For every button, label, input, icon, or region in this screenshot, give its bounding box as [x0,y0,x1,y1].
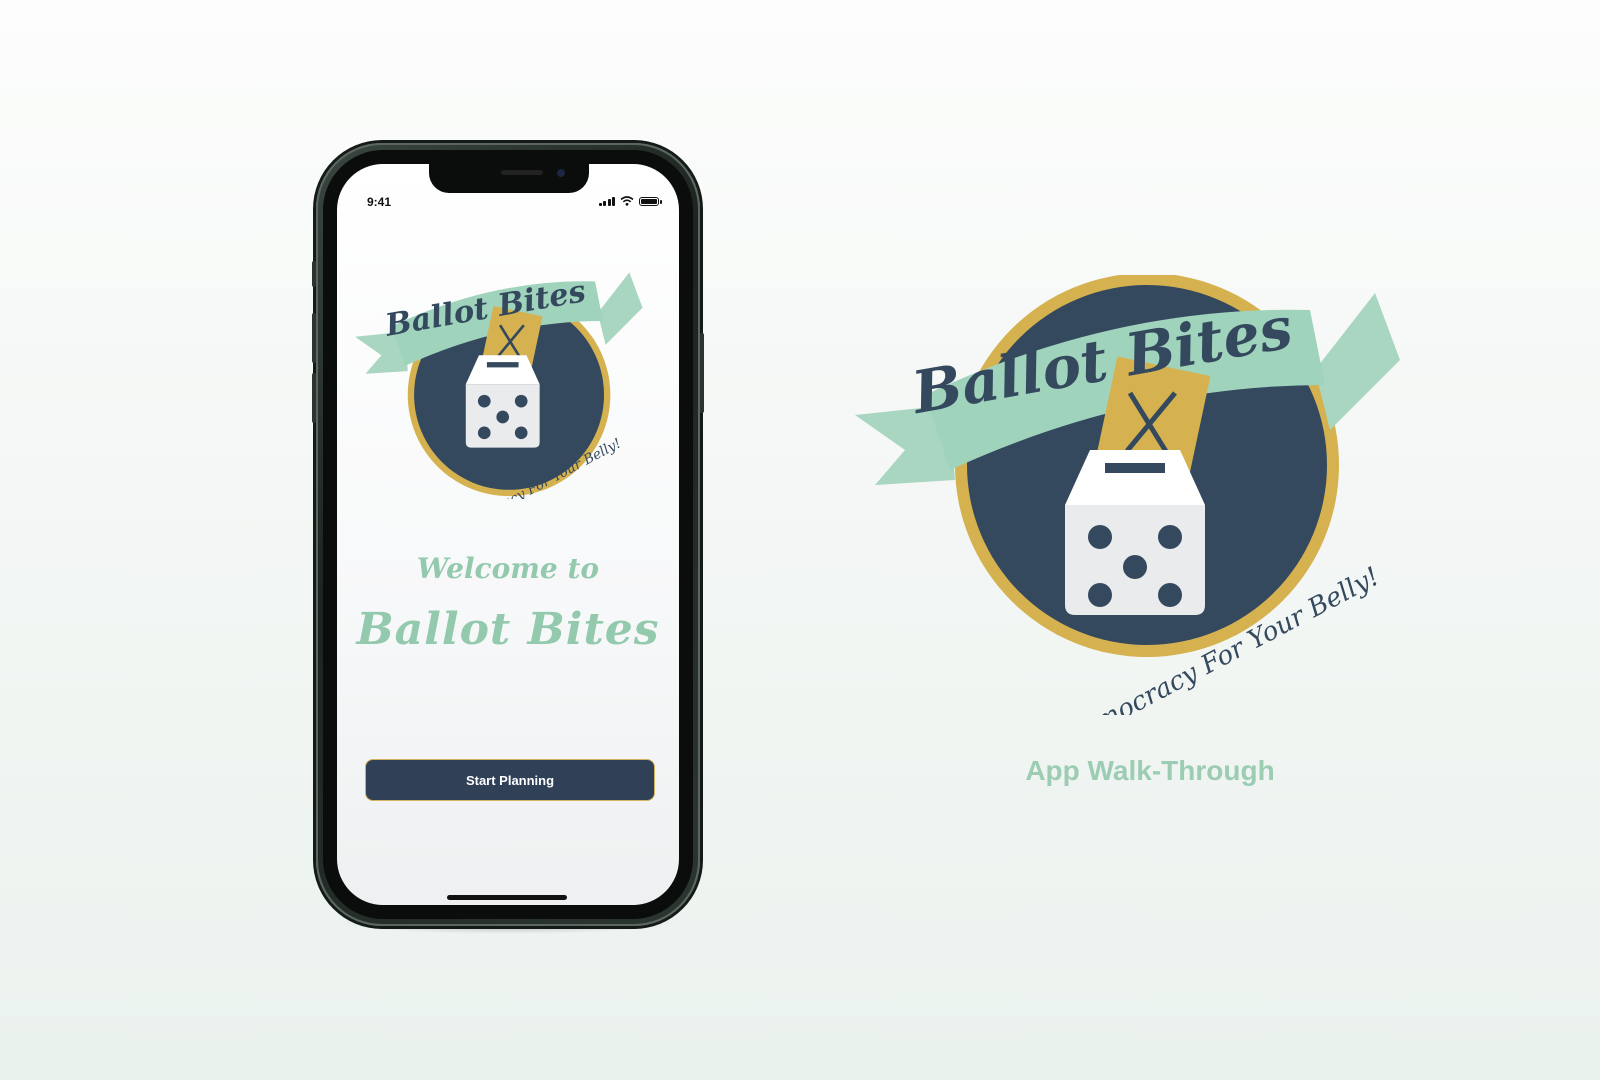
ribbon-tail-right [597,272,643,345]
phone-volume-up [312,313,316,363]
phone-screen: 9:41 Ballot Bites For Your Belly! Welcom… [337,164,679,905]
front-camera [557,169,565,177]
status-time: 9:41 [367,195,392,209]
cellular-signal-icon [598,196,615,206]
home-indicator[interactable] [447,895,567,900]
walkthrough-caption: App Walk-Through [1025,755,1275,786]
start-planning-button[interactable]: Start Planning [365,759,655,801]
phone-volume-down [312,373,316,423]
battery-icon [639,196,662,206]
phone-notch [429,164,589,193]
welcome-line-1: Welcome to [416,552,600,585]
status-icons [598,196,662,206]
dice-icon [465,355,540,448]
wifi-icon [620,196,634,206]
speaker-grille [501,170,543,175]
phone-mockup: 9:41 Ballot Bites For Your Belly! Welcom… [312,143,704,926]
welcome-line-2: Ballot Bites [356,604,660,655]
phone-side-button [312,261,316,287]
ballot-bites-logo-large: Ballot Bites Democracy For Your Belly! [855,275,1400,715]
ribbon-tail-right [1315,293,1400,430]
dice-icon [1065,450,1205,615]
phone-power-button [700,333,704,413]
ballot-bites-logo: Ballot Bites Democracy For Your Belly! [355,272,643,499]
